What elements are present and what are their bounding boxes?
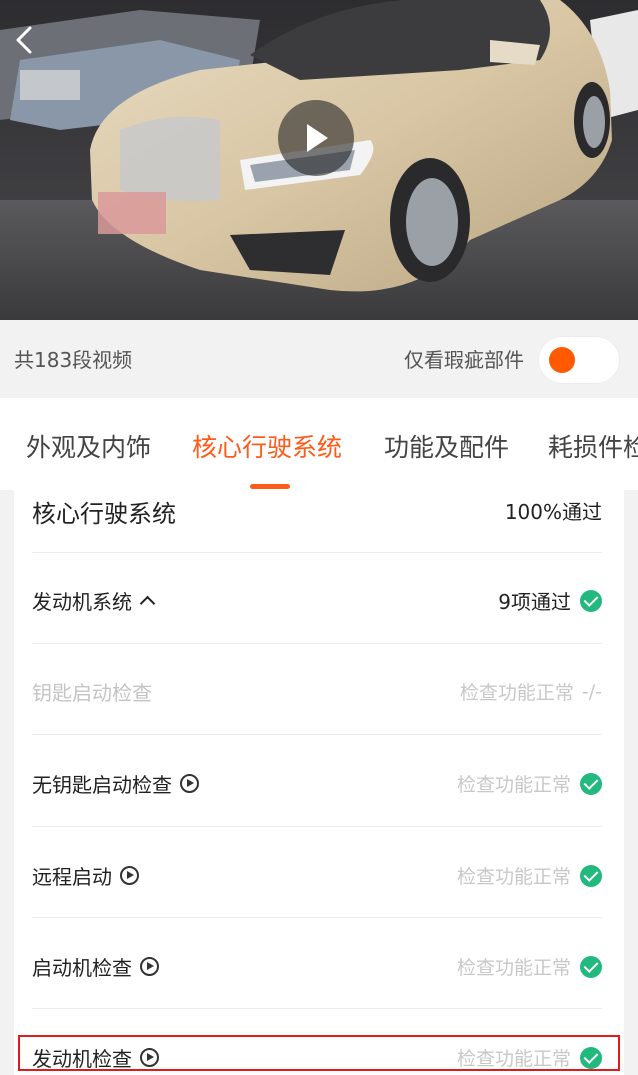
inspection-report-page: 共183段视频 仅看瑕疵部件 外观及内饰 核心行驶系统 功能及配件 耗损件检 核… (0, 0, 638, 1075)
tab-functions-accessories[interactable]: 功能及配件 (384, 428, 509, 464)
section-title: 核心行驶系统 (32, 500, 176, 528)
list-item[interactable]: 钥匙启动检查 检查功能正常 -/- (32, 643, 602, 735)
chevron-left-icon (16, 26, 32, 54)
item-result: -/- (581, 680, 602, 703)
inspection-card: 核心行驶系统 100%通过 发动机系统 9项通过 钥匙启动检查 检查功能正常 -… (14, 490, 624, 1075)
item-label: 无钥匙启动检查 (32, 773, 172, 797)
list-item[interactable]: 启动机检查 检查功能正常 (32, 917, 602, 1009)
check-circle-icon (580, 589, 602, 612)
item-status: 检查功能正常 (459, 682, 574, 704)
item-label: 发动机检查 (32, 1047, 132, 1071)
tab-exterior-interior[interactable]: 外观及内饰 (26, 428, 151, 464)
group-label: 发动机系统 (32, 590, 132, 614)
toggle-knob (549, 347, 575, 373)
list-item[interactable]: 无钥匙启动检查 检查功能正常 (32, 734, 602, 827)
chevron-up-icon[interactable] (139, 595, 156, 612)
tab-wear-parts[interactable]: 耗损件检 (548, 428, 638, 464)
list-item[interactable]: 发动机检查 检查功能正常 (32, 1008, 602, 1075)
item-status: 检查功能正常 (456, 774, 571, 796)
active-tab-indicator (250, 484, 290, 489)
play-button[interactable] (278, 100, 354, 176)
list-item[interactable]: 远程启动 检查功能正常 (32, 826, 602, 918)
defect-only-toggle[interactable] (538, 336, 620, 384)
item-status: 检查功能正常 (456, 957, 571, 979)
section-header: 核心行驶系统 100%通过 (32, 490, 602, 553)
play-circle-icon[interactable] (140, 1048, 159, 1067)
defect-only-label: 仅看瑕疵部件 (404, 348, 524, 372)
item-label: 钥匙启动检查 (32, 681, 152, 705)
item-label: 启动机检查 (32, 956, 132, 980)
group-row-engine[interactable]: 发动机系统 9项通过 (32, 552, 602, 644)
item-label: 远程启动 (32, 865, 112, 889)
play-circle-icon[interactable] (120, 866, 139, 885)
item-status: 检查功能正常 (456, 866, 571, 888)
check-circle-icon (580, 955, 602, 978)
item-status: 检查功能正常 (456, 1048, 571, 1070)
play-circle-icon[interactable] (180, 774, 199, 793)
check-circle-icon (580, 772, 602, 795)
tab-core-drive-system[interactable]: 核心行驶系统 (192, 428, 342, 464)
back-button[interactable] (4, 20, 44, 60)
video-count: 共183段视频 (14, 348, 133, 372)
group-status: 9项通过 (498, 590, 571, 614)
video-thumbnail[interactable] (0, 0, 638, 320)
section-summary: 100%通过 (504, 500, 602, 524)
check-circle-icon (580, 864, 602, 887)
check-circle-icon (580, 1046, 602, 1069)
play-circle-icon[interactable] (140, 957, 159, 976)
category-tabs: 外观及内饰 核心行驶系统 功能及配件 耗损件检 (0, 398, 638, 490)
play-icon (307, 124, 328, 152)
